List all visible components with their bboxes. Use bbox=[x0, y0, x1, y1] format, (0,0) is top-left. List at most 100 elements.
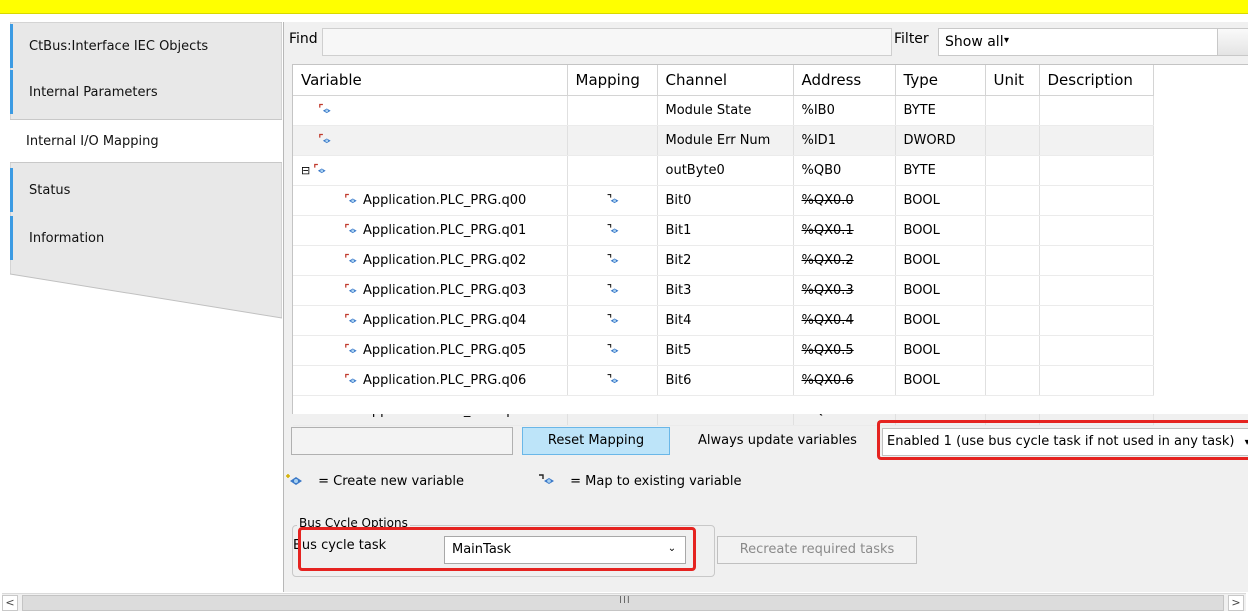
top-yellow-bar bbox=[0, 0, 1248, 14]
tree-node bbox=[301, 133, 337, 148]
recreate-tasks-button[interactable]: Recreate required tasks bbox=[717, 536, 917, 564]
always-update-label: Always update variables bbox=[698, 433, 857, 448]
cell-variable[interactable] bbox=[293, 95, 568, 126]
highlight-box-bus-cycle bbox=[298, 527, 696, 571]
cell-type: DWORD bbox=[895, 125, 986, 156]
cell-unit bbox=[985, 125, 1040, 156]
mapping-grid: Variable Mapping Channel Address Type Un… bbox=[293, 65, 1154, 426]
cell-variable[interactable]: Application.PLC_PRG.q03 bbox=[293, 275, 568, 306]
cell-channel: Bit0 bbox=[657, 185, 794, 216]
map-existing-icon bbox=[607, 314, 618, 324]
cell-mapping[interactable] bbox=[567, 275, 658, 306]
cell-unit bbox=[985, 95, 1040, 126]
tab-label: CtBus:Interface IEC Objects bbox=[29, 38, 209, 54]
variable-object-icon bbox=[345, 373, 357, 384]
variable-object-icon bbox=[319, 103, 331, 114]
cell-mapping[interactable] bbox=[567, 155, 658, 186]
cell-mapping[interactable] bbox=[567, 125, 658, 156]
cell-channel: Bit3 bbox=[657, 275, 794, 306]
legend-create-new-text: = Create new variable bbox=[318, 473, 464, 489]
cell-mapping[interactable] bbox=[567, 305, 658, 336]
table-row[interactable]: Application.PLC_PRG.q04 Bit4 %QX0.4 BOOL bbox=[293, 305, 1154, 336]
cell-variable[interactable] bbox=[293, 125, 568, 156]
collapse-icon[interactable]: ⊟ bbox=[301, 164, 310, 177]
cell-mapping[interactable] bbox=[567, 365, 658, 396]
scroll-right-icon[interactable]: > bbox=[1228, 595, 1244, 611]
cell-type: BOOL bbox=[895, 215, 986, 246]
tab-status[interactable]: Status bbox=[10, 168, 282, 212]
cell-address: %ID1 bbox=[793, 125, 896, 156]
tab-information[interactable]: Information bbox=[10, 216, 282, 260]
tab-ctbus-interface[interactable]: CtBus:Interface IEC Objects bbox=[10, 24, 282, 68]
tab-internal-parameters[interactable]: Internal Parameters bbox=[10, 70, 282, 114]
map-existing-icon bbox=[607, 224, 618, 234]
horizontal-scrollbar[interactable]: < III > bbox=[2, 593, 1246, 611]
column-header-address[interactable]: Address bbox=[793, 65, 896, 96]
variable-object-icon bbox=[345, 343, 357, 354]
table-row[interactable]: ⊟ outByte0 %QB0 BYTE bbox=[293, 155, 1154, 186]
variable-name: Application.PLC_PRG.q06 bbox=[363, 372, 527, 388]
cell-mapping[interactable] bbox=[567, 215, 658, 246]
tab-label: Information bbox=[29, 230, 105, 246]
variable-object-icon bbox=[345, 313, 357, 324]
table-row[interactable]: Application.PLC_PRG.q06 Bit6 %QX0.6 BOOL bbox=[293, 365, 1154, 396]
scroll-left-icon[interactable]: < bbox=[2, 595, 18, 611]
tab-internal-io-mapping[interactable]: Internal I/O Mapping bbox=[10, 119, 282, 163]
filter-dropdown[interactable]: Show all bbox=[938, 28, 1218, 56]
cell-variable[interactable]: Application.PLC_PRG.q01 bbox=[293, 215, 568, 246]
reset-mapping-button[interactable]: Reset Mapping bbox=[522, 427, 670, 455]
table-row[interactable]: Module State %IB0 BYTE bbox=[293, 95, 1154, 126]
table-row[interactable]: Module Err Num %ID1 DWORD bbox=[293, 125, 1154, 156]
tree-node: Application.PLC_PRG.q01 bbox=[301, 223, 526, 238]
chevron-down-icon[interactable]: ▾ bbox=[1004, 28, 1016, 56]
column-header-description[interactable]: Description bbox=[1039, 65, 1154, 96]
table-row[interactable]: Application.PLC_PRG.q03 Bit3 %QX0.3 BOOL bbox=[293, 275, 1154, 306]
cell-mapping[interactable] bbox=[567, 185, 658, 216]
cell-channel: Bit4 bbox=[657, 305, 794, 336]
cell-description bbox=[1039, 155, 1154, 186]
cell-address: %QX0.1 bbox=[793, 215, 896, 246]
filter-value: Show all bbox=[945, 34, 1004, 50]
tree-node: ⊟ bbox=[301, 163, 332, 178]
column-header-mapping[interactable]: Mapping bbox=[567, 65, 658, 96]
cell-mapping[interactable] bbox=[567, 335, 658, 366]
table-header-row: Variable Mapping Channel Address Type Un… bbox=[293, 65, 1154, 96]
cell-description bbox=[1039, 335, 1154, 366]
tree-node bbox=[301, 103, 337, 118]
cell-unit bbox=[985, 275, 1040, 306]
cell-mapping[interactable] bbox=[567, 245, 658, 276]
variable-name: Application.PLC_PRG.q00 bbox=[363, 192, 527, 208]
column-header-variable[interactable]: Variable bbox=[293, 65, 568, 96]
find-input[interactable] bbox=[322, 28, 892, 56]
table-row[interactable]: Application.PLC_PRG.q00 Bit0 %QX0.0 BOOL bbox=[293, 185, 1154, 216]
cell-variable[interactable]: ⊟ bbox=[293, 155, 568, 186]
table-empty-area bbox=[293, 396, 1248, 414]
column-header-channel[interactable]: Channel bbox=[657, 65, 794, 96]
variable-name: Application.PLC_PRG.q05 bbox=[363, 342, 527, 358]
cell-variable[interactable]: Application.PLC_PRG.q05 bbox=[293, 335, 568, 366]
column-header-unit[interactable]: Unit bbox=[985, 65, 1040, 96]
cell-description bbox=[1039, 305, 1154, 336]
tree-node: Application.PLC_PRG.q06 bbox=[301, 373, 526, 388]
cell-variable[interactable]: Application.PLC_PRG.q06 bbox=[293, 365, 568, 396]
tree-node: Application.PLC_PRG.q04 bbox=[301, 313, 526, 328]
cell-address: %QX0.3 bbox=[793, 275, 896, 306]
io-mapping-panel: Find Filter Show all ▾ Variable Mapping … bbox=[283, 22, 1248, 592]
cell-variable[interactable]: Application.PLC_PRG.q00 bbox=[293, 185, 568, 216]
tab-label: Status bbox=[29, 182, 71, 198]
variable-object-icon bbox=[319, 133, 331, 144]
column-header-type[interactable]: Type bbox=[895, 65, 986, 96]
scrollbar-grip: III bbox=[619, 595, 631, 606]
cell-description bbox=[1039, 365, 1154, 396]
tree-node: Application.PLC_PRG.q02 bbox=[301, 253, 526, 268]
blank-button[interactable] bbox=[291, 427, 513, 455]
cell-variable[interactable]: Application.PLC_PRG.q04 bbox=[293, 305, 568, 336]
table-row[interactable]: Application.PLC_PRG.q05 Bit5 %QX0.5 BOOL bbox=[293, 335, 1154, 366]
cell-mapping[interactable] bbox=[567, 95, 658, 126]
table-row[interactable]: Application.PLC_PRG.q02 Bit2 %QX0.2 BOOL bbox=[293, 245, 1154, 276]
cell-type: BOOL bbox=[895, 365, 986, 396]
cell-channel: outByte0 bbox=[657, 155, 794, 186]
cell-variable[interactable]: Application.PLC_PRG.q02 bbox=[293, 245, 568, 276]
table-row[interactable]: Application.PLC_PRG.q01 Bit1 %QX0.1 BOOL bbox=[293, 215, 1154, 246]
cell-unit bbox=[985, 335, 1040, 366]
